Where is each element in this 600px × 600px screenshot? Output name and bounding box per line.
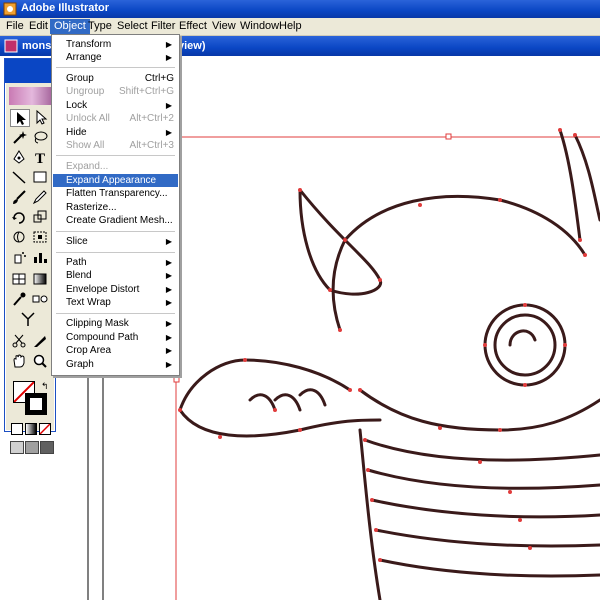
menu-item-compound-path[interactable]: Compound Path ▶ [53, 331, 178, 344]
svg-text:T: T [35, 151, 45, 165]
knife-tool-icon[interactable] [31, 333, 51, 351]
submenu-arrow-icon: ▶ [165, 53, 172, 62]
menu-separator [56, 252, 175, 254]
menu-item-crop-area[interactable]: Crop Area ▶ [53, 344, 178, 357]
lasso-tool-icon[interactable] [31, 129, 51, 147]
graph-tool-icon[interactable] [31, 249, 51, 267]
menu-item-graph[interactable]: Graph ▶ [53, 358, 178, 371]
menu-item-path[interactable]: Path ▶ [53, 256, 178, 269]
screen-mode-menu-icon[interactable] [25, 441, 39, 454]
menu-item-show-all[interactable]: Show All Alt+Ctrl+3 [53, 139, 178, 152]
menu-item-arrange[interactable]: Arrange ▶ [53, 51, 178, 64]
line-segment-tool-icon[interactable] [10, 169, 30, 187]
submenu-arrow-icon: ▶ [165, 333, 172, 342]
app-title-bar: Adobe Illustrator [0, 0, 600, 18]
rectangle-tool-icon[interactable] [31, 169, 51, 187]
menu-item-clipping-mask[interactable]: Clipping Mask ▶ [53, 317, 178, 330]
menu-separator [56, 313, 175, 315]
menu-edit[interactable]: Edit [25, 19, 52, 34]
stroke-swatch-icon[interactable] [25, 393, 47, 415]
menu-separator [56, 67, 175, 69]
warp-tool-icon[interactable] [10, 229, 30, 247]
document-icon [4, 39, 18, 53]
menu-item-group[interactable]: Group Ctrl+G [53, 72, 178, 85]
zoom-tool-icon[interactable] [31, 353, 51, 371]
submenu-arrow-icon: ▶ [165, 128, 172, 137]
menu-separator [56, 155, 175, 157]
pen-tool-icon[interactable] [10, 149, 30, 167]
object-menu-dropdown: Transform ▶ Arrange ▶ Group Ctrl+G Ungroup S… [51, 34, 180, 376]
eyedropper-tool-icon[interactable] [10, 291, 30, 309]
submenu-arrow-icon: ▶ [165, 258, 172, 267]
menu-select[interactable]: Select [113, 19, 152, 34]
document-title-right: view) [178, 40, 206, 52]
screen-mode-normal-icon[interactable] [10, 441, 24, 454]
submenu-arrow-icon: ▶ [165, 346, 172, 355]
menu-item-transform[interactable]: Transform ▶ [53, 38, 178, 51]
illustrator-app-icon [3, 2, 17, 16]
tools-panel: T ↰ [4, 58, 56, 454]
monster-outline [178, 128, 600, 600]
direct-selection-tool-icon[interactable] [31, 109, 51, 127]
paintbrush-tool-icon[interactable] [10, 189, 30, 207]
submenu-arrow-icon: ▶ [165, 298, 172, 307]
menu-help[interactable]: Help [275, 19, 306, 34]
slice-select-tool-icon[interactable] [19, 311, 39, 329]
mesh-tool-icon[interactable] [10, 271, 30, 289]
menu-separator [56, 231, 175, 233]
menu-item-expand-appearance[interactable]: Expand Appearance [53, 174, 178, 187]
screen-mode-full-icon[interactable] [40, 441, 54, 454]
menu-item-blend[interactable]: Blend ▶ [53, 269, 178, 282]
document-title-left: mons [22, 40, 52, 52]
menu-item-slice[interactable]: Slice ▶ [53, 235, 178, 248]
panel-thumbnail [9, 87, 55, 105]
selection-bounding-box [173, 133, 600, 600]
submenu-arrow-icon: ▶ [165, 360, 172, 369]
gradient-mode-icon[interactable] [25, 423, 37, 435]
menu-item-text-wrap[interactable]: Text Wrap ▶ [53, 296, 178, 309]
anchor-points [178, 128, 587, 562]
gradient-tool-icon[interactable] [31, 271, 51, 289]
menu-file[interactable]: File [2, 19, 28, 34]
menu-item-unlock-all[interactable]: Unlock All Alt+Ctrl+2 [53, 112, 178, 125]
submenu-arrow-icon: ▶ [165, 319, 172, 328]
menu-item-hide[interactable]: Hide ▶ [53, 126, 178, 139]
menu-item-envelope-distort[interactable]: Envelope Distort ▶ [53, 283, 178, 296]
app-title: Adobe Illustrator [21, 2, 110, 14]
menu-item-create-gradient-mesh[interactable]: Create Gradient Mesh... [53, 214, 178, 227]
menu-item-lock[interactable]: Lock ▶ [53, 99, 178, 112]
color-mode-icon[interactable] [11, 423, 23, 435]
rotate-tool-icon[interactable] [10, 209, 30, 227]
submenu-arrow-icon: ▶ [165, 40, 172, 49]
type-tool-icon[interactable]: T [31, 149, 51, 167]
submenu-arrow-icon: ▶ [165, 271, 172, 280]
swap-fill-stroke-icon[interactable]: ↰ [41, 381, 51, 391]
symbol-sprayer-tool-icon[interactable] [10, 249, 30, 267]
menu-item-ungroup[interactable]: Ungroup Shift+Ctrl+G [53, 85, 178, 98]
menu-item-expand[interactable]: Expand... [53, 160, 178, 173]
free-transform-tool-icon[interactable] [31, 229, 51, 247]
submenu-arrow-icon: ▶ [165, 101, 172, 110]
menu-effect[interactable]: Effect [175, 19, 211, 34]
magic-wand-tool-icon[interactable] [10, 129, 30, 147]
scale-tool-icon[interactable] [31, 209, 51, 227]
submenu-arrow-icon: ▶ [165, 237, 172, 246]
menu-item-flatten-transparency[interactable]: Flatten Transparency... [53, 187, 178, 200]
selection-tool-icon[interactable] [10, 109, 30, 127]
none-mode-icon[interactable] [39, 423, 51, 435]
pencil-tool-icon[interactable] [31, 189, 51, 207]
scissors-tool-icon[interactable] [10, 333, 30, 351]
hand-tool-icon[interactable] [10, 353, 30, 371]
tools-panel-header[interactable] [5, 59, 55, 83]
submenu-arrow-icon: ▶ [165, 285, 172, 294]
menu-view[interactable]: View [208, 19, 240, 34]
menu-item-rasterize[interactable]: Rasterize... [53, 201, 178, 214]
blend-tool-icon[interactable] [31, 291, 51, 309]
menu-type[interactable]: Type [84, 19, 116, 34]
